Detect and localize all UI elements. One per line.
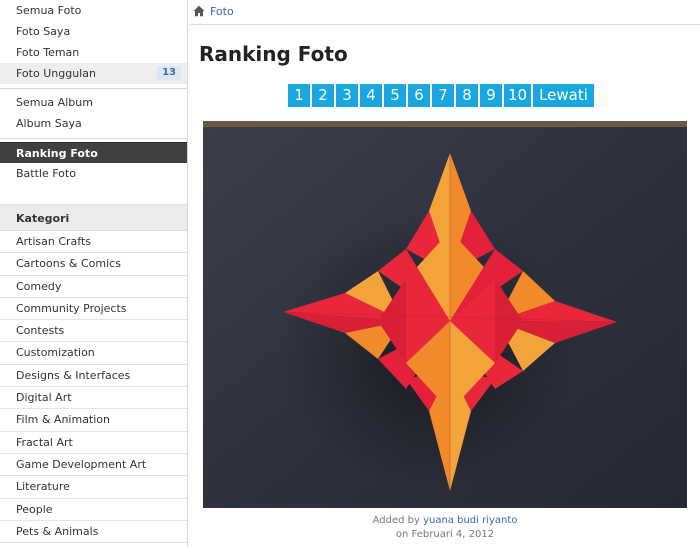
- page-button-9[interactable]: 9: [480, 84, 502, 107]
- divider: [0, 138, 187, 139]
- origami-star-image: [203, 121, 687, 508]
- author-link[interactable]: yuana budi riyanto: [423, 515, 517, 526]
- sidebar: Semua Foto Foto Saya Foto Teman Foto Ung…: [0, 0, 188, 547]
- category-list: Artisan Crafts Cartoons & Comics Comedy Com…: [0, 231, 187, 544]
- category-item[interactable]: People: [0, 499, 187, 521]
- count-badge: 13: [157, 66, 181, 80]
- photo-caption-date: on Februari 4, 2012: [395, 529, 495, 540]
- category-item[interactable]: Fractal Art: [0, 432, 187, 454]
- category-item[interactable]: Game Development Art: [0, 454, 187, 477]
- next-page-button[interactable]: Lewati: [533, 84, 594, 107]
- page-button-2[interactable]: 2: [312, 84, 334, 107]
- category-item[interactable]: Designs & Interfaces: [0, 365, 187, 388]
- page-button-4[interactable]: 4: [360, 84, 382, 107]
- page-button-5[interactable]: 5: [384, 84, 406, 107]
- page-button-7[interactable]: 7: [432, 84, 454, 107]
- home-icon[interactable]: [193, 5, 205, 17]
- page-button-8[interactable]: 8: [456, 84, 478, 107]
- category-item[interactable]: Digital Art: [0, 387, 187, 410]
- page-title: Ranking Foto: [199, 42, 348, 66]
- category-item[interactable]: Comedy: [0, 276, 187, 298]
- ranked-photo[interactable]: [203, 121, 687, 508]
- category-item[interactable]: Cartoons & Comics: [0, 253, 187, 276]
- category-item[interactable]: Film & Animation: [0, 409, 187, 432]
- sidebar-item-foto-unggulan[interactable]: Foto Unggulan 13: [0, 63, 187, 84]
- divider: [0, 88, 187, 89]
- sidebar-item-album-saya[interactable]: Album Saya: [0, 113, 187, 134]
- breadcrumb: Foto: [189, 0, 700, 25]
- category-item[interactable]: Community Projects: [0, 298, 187, 321]
- sidebar-item-foto-teman[interactable]: Foto Teman: [0, 42, 187, 63]
- category-item[interactable]: Customization: [0, 342, 187, 365]
- sidebar-item-foto-saya[interactable]: Foto Saya: [0, 21, 187, 42]
- page-button-10[interactable]: 10: [504, 84, 532, 107]
- category-header: Kategori: [0, 204, 187, 231]
- page-button-6[interactable]: 6: [408, 84, 430, 107]
- category-item[interactable]: Pets & Animals: [0, 521, 187, 544]
- caption-prefix: Added by: [372, 515, 420, 526]
- category-item[interactable]: Literature: [0, 476, 187, 499]
- sidebar-item-battle-foto[interactable]: Battle Foto: [0, 163, 187, 184]
- sidebar-item-label: Foto Unggulan: [16, 67, 96, 80]
- breadcrumb-link-foto[interactable]: Foto: [210, 5, 234, 18]
- page-button-1[interactable]: 1: [288, 84, 310, 107]
- sidebar-item-semua-foto[interactable]: Semua Foto: [0, 0, 187, 21]
- category-item[interactable]: Contests: [0, 320, 187, 343]
- sidebar-item-semua-album[interactable]: Semua Album: [0, 92, 187, 113]
- photo-caption-author: Added by yuana budi riyanto: [203, 515, 687, 526]
- category-item[interactable]: Artisan Crafts: [0, 231, 187, 254]
- sidebar-item-ranking-foto[interactable]: Ranking Foto: [0, 142, 187, 163]
- page-button-3[interactable]: 3: [336, 84, 358, 107]
- pagination: 1 2 3 4 5 6 7 8 9 10 Lewati: [288, 84, 594, 107]
